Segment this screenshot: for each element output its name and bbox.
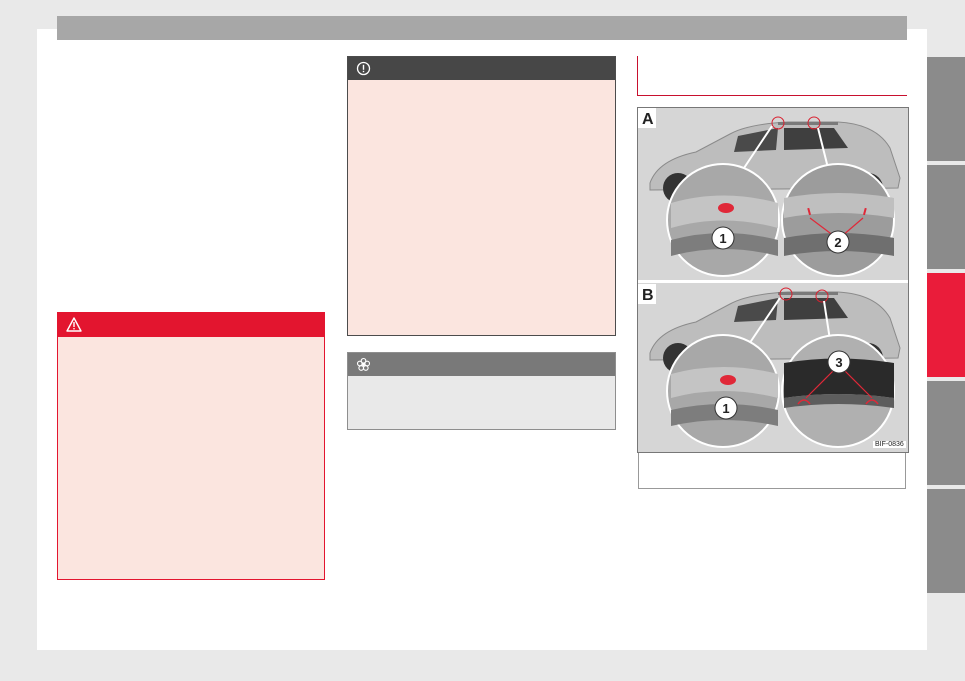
notice-header [348,57,615,80]
callout-1-a: 1 [719,231,726,246]
chapter-tab-4[interactable] [927,381,965,485]
warning-header [58,313,324,337]
panel-b-label: B [642,287,654,304]
figure-caption-box [638,453,906,489]
environment-header [348,353,615,376]
panel-a-zoom-2: 2 [781,163,895,277]
chapter-tab-1[interactable] [927,57,965,161]
panel-b-zoom-3: 3 [781,334,895,448]
figure-roof-rail-mounting-points: 1 2 A 1 3 B [637,107,909,453]
warning-box [57,312,325,580]
top-header-bar [57,16,907,40]
callout-2: 2 [834,235,841,250]
exclamation-circle-icon [356,61,371,76]
flower-icon [356,357,371,371]
section-heading-area [637,56,907,96]
panel-a-label: A [642,111,654,128]
panel-a-zoom-1: 1 [666,163,780,277]
roof-rail-b [778,292,838,295]
environment-note-box [347,352,616,430]
figure-illustration: 1 2 A 1 3 B [638,108,908,452]
callout-1-b: 1 [722,401,729,416]
chapter-tab-2[interactable] [927,165,965,269]
chapter-tab-3-active[interactable] [927,273,965,377]
callout-3: 3 [835,355,842,370]
chapter-tab-5[interactable] [927,489,965,593]
figure-image-code: BIF-0836 [873,441,906,448]
panel-b-zoom-1: 1 [666,334,780,448]
warning-triangle-icon [66,317,82,332]
notice-box [347,56,616,336]
